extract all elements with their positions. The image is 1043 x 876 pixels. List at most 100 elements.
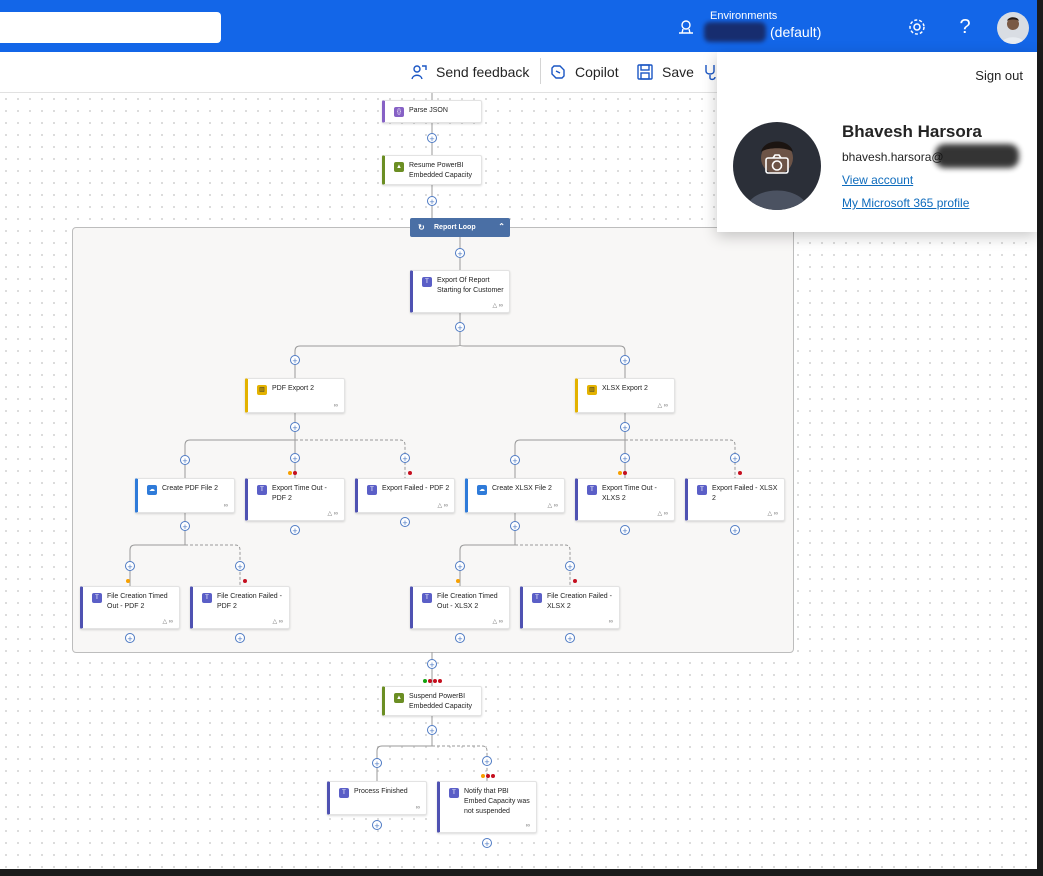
avatar[interactable] [997, 12, 1029, 44]
node-title: Export Time Out - XLXS 2 [602, 485, 657, 502]
add-step-button[interactable]: + [482, 838, 492, 849]
create-xlsx-node[interactable]: ☁ Create XLSX File 2 △ ∞ [465, 478, 565, 513]
file-failed-pdf-node[interactable]: T File Creation Failed - PDF 2 △ ∞ [190, 586, 290, 629]
export-start-node[interactable]: T Export Of Report Starting for Customer… [410, 270, 510, 313]
add-step-button[interactable]: + [290, 422, 300, 433]
teams-icon: T [587, 485, 597, 495]
process-finished-node[interactable]: T Process Finished ∞ [327, 781, 427, 815]
add-step-button[interactable]: + [400, 453, 410, 464]
add-step-button[interactable]: + [510, 455, 520, 466]
link-icon: ∞ [525, 823, 530, 829]
add-step-button[interactable]: + [565, 633, 575, 644]
add-step-button[interactable]: + [455, 633, 465, 644]
add-step-button[interactable]: + [730, 525, 740, 536]
profile-popover: Sign out Bhavesh Harsora bhavesh.harsora… [717, 52, 1037, 232]
onedrive-icon: ☁ [477, 485, 487, 495]
add-step-button[interactable]: + [180, 521, 190, 532]
add-step-button[interactable]: + [427, 196, 437, 207]
add-step-button[interactable]: + [290, 355, 300, 366]
export-failed-xlsx-node[interactable]: T Export Failed - XLSX 2 △ ∞ [685, 478, 785, 521]
resume-capacity-node[interactable]: ▲ Resume PowerBI Embedded Capacity [382, 155, 482, 185]
suspend-capacity-node[interactable]: ▲ Suspend PowerBI Embedded Capacity [382, 686, 482, 716]
file-timeout-xlsx-node[interactable]: T File Creation Timed Out - XLSX 2 △ ∞ [410, 586, 510, 629]
powerbi-icon: ▥ [587, 385, 597, 395]
add-step-button[interactable]: + [565, 561, 575, 572]
export-timeout-xlxs-node[interactable]: T Export Time Out - XLXS 2 △ ∞ [575, 478, 675, 521]
add-step-button[interactable]: + [455, 561, 465, 572]
add-step-button[interactable]: + [730, 453, 740, 464]
run-after-indicator [243, 579, 248, 583]
save-icon [637, 64, 653, 80]
add-step-button[interactable]: + [620, 355, 630, 366]
node-status-icons: △ ∞ [657, 403, 668, 409]
report-loop-header[interactable]: ↻ Report Loop ⌃ [410, 218, 510, 237]
run-after-indicator [481, 774, 496, 778]
add-step-button[interactable]: + [620, 525, 630, 536]
add-step-button[interactable]: + [372, 820, 382, 831]
environment-value[interactable]: (default) [770, 24, 821, 40]
chevron-up-icon[interactable]: ⌃ [498, 222, 505, 231]
node-title: File Creation Timed Out - XLSX 2 [437, 593, 498, 610]
notify-not-suspended-node[interactable]: T Notify that PBI Embed Capacity was not… [437, 781, 537, 833]
teams-icon: T [339, 788, 349, 798]
add-step-button[interactable]: + [620, 422, 630, 433]
window-edge [1037, 0, 1043, 876]
environment-icon[interactable] [676, 17, 696, 37]
camera-icon[interactable] [765, 154, 789, 174]
run-after-indicator [288, 471, 298, 475]
copilot-button[interactable]: Copilot [549, 52, 619, 92]
add-step-button[interactable]: + [455, 248, 465, 259]
add-step-button[interactable]: + [125, 633, 135, 644]
profile-photo[interactable] [733, 122, 821, 210]
add-step-button[interactable]: + [400, 517, 410, 528]
node-status-icons: △ ∞ [272, 619, 283, 625]
add-step-button[interactable]: + [125, 561, 135, 572]
teams-icon: T [697, 485, 707, 495]
help-icon[interactable]: ? [954, 16, 976, 38]
add-step-button[interactable]: + [427, 725, 437, 736]
parse-json-node[interactable]: {} Parse JSON [382, 100, 482, 123]
run-after-indicator [126, 579, 131, 583]
save-label: Save [662, 64, 694, 80]
add-step-button[interactable]: + [510, 521, 520, 532]
add-step-button[interactable]: + [235, 561, 245, 572]
add-step-button[interactable]: + [620, 453, 630, 464]
export-timeout-pdf-node[interactable]: T Export Time Out - PDF 2 △ ∞ [245, 478, 345, 521]
add-step-button[interactable]: + [290, 453, 300, 464]
node-title: Export Time Out - PDF 2 [272, 485, 327, 502]
view-account-link[interactable]: View account [842, 173, 913, 187]
add-step-button[interactable]: + [180, 455, 190, 466]
node-title: Process Finished [354, 788, 408, 795]
add-step-button[interactable]: + [455, 322, 465, 333]
sign-out-link[interactable]: Sign out [975, 68, 1023, 83]
node-title: XLSX Export 2 [602, 385, 648, 392]
add-step-button[interactable]: + [427, 659, 437, 670]
add-step-button[interactable]: + [482, 756, 492, 767]
m365-profile-link[interactable]: My Microsoft 365 profile [842, 196, 969, 210]
node-title: PDF Export 2 [272, 385, 315, 392]
node-title: Suspend PowerBI Embedded Capacity [409, 693, 473, 710]
export-failed-pdf-node[interactable]: T Export Failed - PDF 2 △ ∞ [355, 478, 455, 513]
xlsx-export-node[interactable]: ▥ XLSX Export 2 △ ∞ [575, 378, 675, 413]
add-step-button[interactable]: + [290, 525, 300, 536]
send-feedback-button[interactable]: Send feedback [410, 52, 529, 92]
teams-icon: T [422, 277, 432, 287]
search-input[interactable] [0, 12, 221, 43]
add-step-button[interactable]: + [235, 633, 245, 644]
link-icon: ∞ [223, 503, 228, 509]
file-failed-xlsx-node[interactable]: T File Creation Failed - XLSX 2 ∞ [520, 586, 620, 629]
run-after-indicator [618, 471, 628, 475]
teams-icon: T [202, 593, 212, 603]
environments-label[interactable]: Environments [710, 10, 777, 22]
pdf-export-node[interactable]: ▥ PDF Export 2 ∞ [245, 378, 345, 413]
node-title: Export Of Report Starting for Customer [437, 277, 504, 294]
file-timeout-pdf-node[interactable]: T File Creation Timed Out - PDF 2 △ ∞ [80, 586, 180, 629]
save-button[interactable]: Save [636, 52, 694, 92]
node-status-icons: △ ∞ [767, 511, 778, 517]
create-pdf-node[interactable]: ☁ Create PDF File 2 ∞ [135, 478, 235, 513]
copilot-label: Copilot [575, 64, 619, 80]
redacted-environment-name [704, 22, 766, 42]
gear-icon[interactable] [906, 16, 928, 38]
add-step-button[interactable]: + [372, 758, 382, 769]
add-step-button[interactable]: + [427, 133, 437, 144]
